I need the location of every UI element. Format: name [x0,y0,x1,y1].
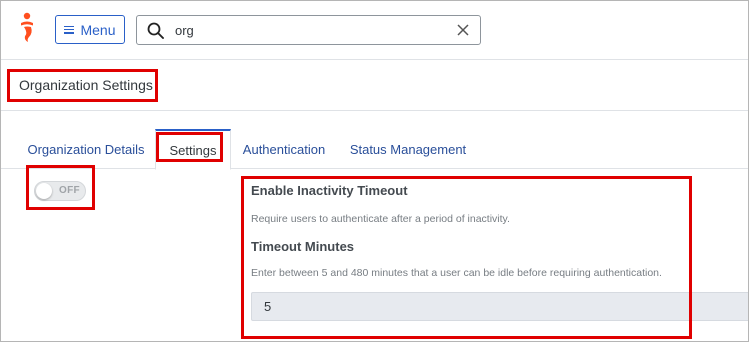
timeout-minutes-input[interactable] [251,292,748,321]
search-box [136,15,481,45]
timeout-minutes-heading: Timeout Minutes [251,239,355,254]
timeout-minutes-description: Enter between 5 and 480 minutes that a u… [251,267,662,279]
tab-bar: Organization Details Settings Authentica… [1,129,748,170]
toggle-knob [36,183,52,199]
tab-organization-details[interactable]: Organization Details [21,129,151,169]
tab-label: Authentication [242,141,326,157]
page-title: Organization Settings [19,77,153,93]
tab-authentication[interactable]: Authentication [237,129,331,169]
page-header: Organization Settings [1,61,748,111]
search-input[interactable] [175,20,445,40]
menu-button[interactable]: Menu [55,15,125,44]
inactivity-timeout-heading: Enable Inactivity Timeout [251,183,408,198]
genesys-logo-icon[interactable] [16,12,38,44]
tab-settings[interactable]: Settings [155,129,231,170]
search-icon [147,22,164,39]
clear-search-icon[interactable] [457,24,469,36]
menu-button-label: Menu [80,21,116,38]
app-window: Menu Organization Settings Organization … [0,0,749,342]
hamburger-icon [64,25,75,34]
tab-label: Status Management [349,141,467,157]
tab-label: Organization Details [27,141,145,157]
toggle-state-label: OFF [59,185,80,196]
inactivity-timeout-description: Require users to authenticate after a pe… [251,213,510,225]
inactivity-timeout-toggle[interactable]: OFF [34,181,86,201]
top-bar: Menu [1,1,748,60]
tab-status-management[interactable]: Status Management [343,129,473,169]
tab-label: Settings [169,142,217,158]
